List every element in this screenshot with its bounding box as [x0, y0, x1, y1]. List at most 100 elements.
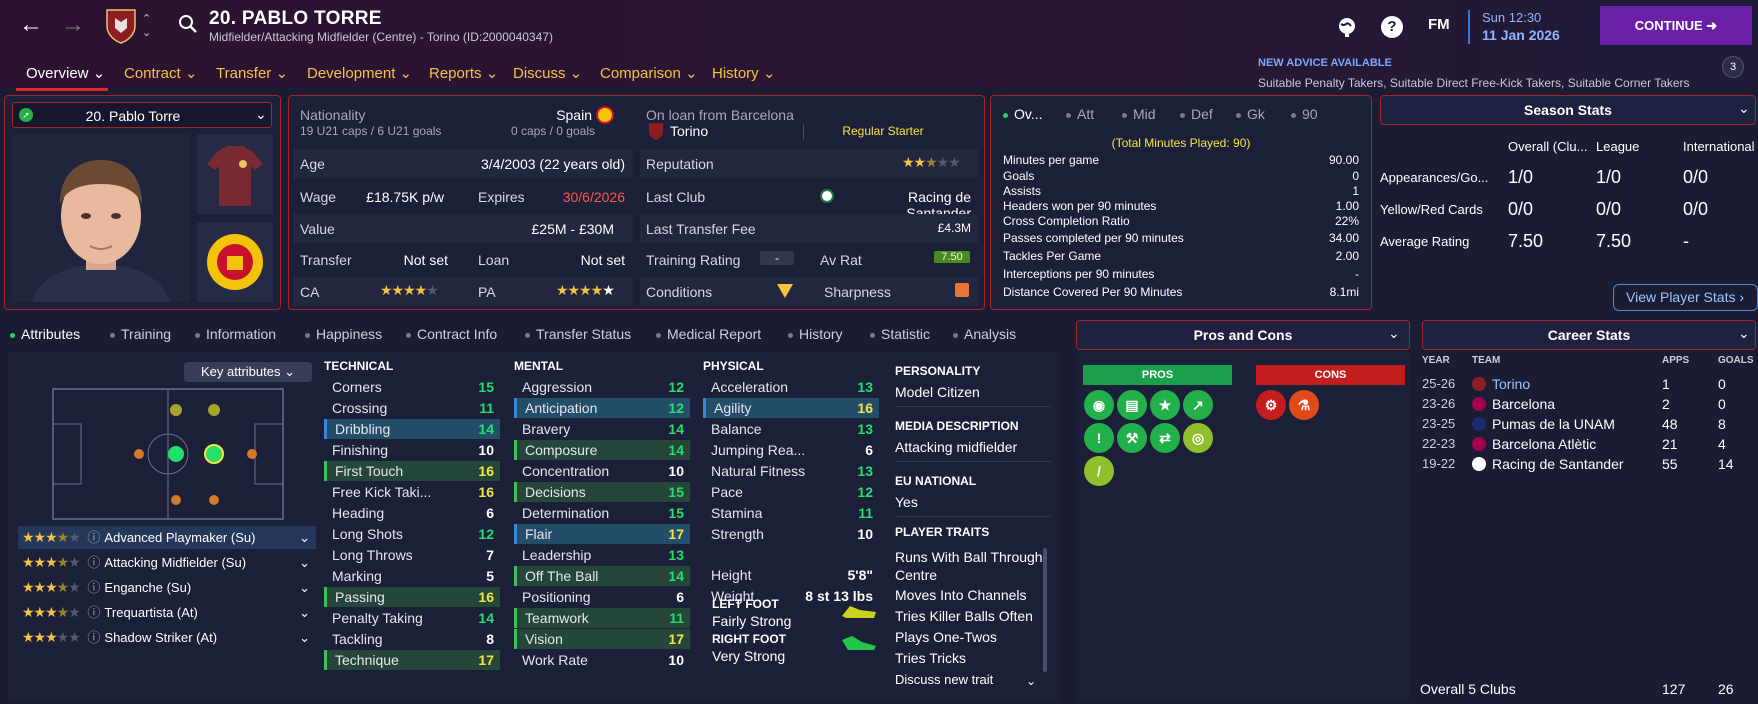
tab-overview[interactable]: Overview ⌄	[26, 64, 105, 82]
help-icon[interactable]: ?	[1381, 16, 1403, 38]
wrench-icon[interactable]: ⚒	[1117, 423, 1147, 453]
loan-status[interactable]: Not set	[555, 252, 625, 268]
attribute-row[interactable]: Balance 13	[703, 419, 879, 439]
alert-ball-icon[interactable]: !	[1084, 423, 1114, 453]
chevron-up-icon[interactable]: ⌃	[142, 14, 151, 25]
subtab-training[interactable]: Training	[110, 326, 171, 342]
advice-count-badge[interactable]: 3	[1722, 56, 1744, 78]
stats-tab-gk[interactable]: Gk	[1236, 106, 1265, 122]
attribute-row[interactable]: Teamwork 11	[514, 608, 690, 628]
key-attributes-dropdown[interactable]: Key attributes ⌄	[184, 362, 312, 382]
back-arrow-icon[interactable]: ←	[16, 10, 46, 40]
transfer-status[interactable]: Not set	[380, 252, 448, 268]
role-attacking-midfielder[interactable]: ★★★★★ ⓘ Attacking Midfielder (Su) ⌄	[18, 551, 316, 574]
subtab-attributes[interactable]: Attributes	[10, 326, 80, 342]
trait-item[interactable]: Tries Tricks	[895, 650, 966, 666]
attribute-row[interactable]: Work Rate 10	[514, 650, 690, 670]
attribute-row[interactable]: Crossing 11	[324, 398, 500, 418]
trait-item[interactable]: Plays One-Twos	[895, 629, 997, 645]
attribute-row[interactable]: Anticipation 12	[514, 398, 690, 418]
player-selector[interactable]: ➚ 20. Pablo Torre ⌄	[12, 102, 272, 128]
subtab-contract-info[interactable]: Contract Info	[406, 326, 497, 342]
traits-scrollbar[interactable]	[1043, 548, 1047, 672]
attribute-row[interactable]: Strength 10	[703, 524, 879, 544]
role-advanced-playmaker[interactable]: ★★★★★ ⓘ Advanced Playmaker (Su) ⌄	[18, 526, 316, 549]
tab-comparison[interactable]: Comparison ⌄	[600, 64, 698, 82]
tab-development[interactable]: Development ⌄	[307, 64, 412, 82]
attribute-row[interactable]: Decisions 15	[514, 482, 690, 502]
attribute-row[interactable]: Bravery 14	[514, 419, 690, 439]
bandage-icon[interactable]: /	[1084, 456, 1114, 486]
attribute-row[interactable]: Stamina 11	[703, 503, 879, 523]
subtab-transfer-status[interactable]: Transfer Status	[525, 326, 631, 342]
trend-up-icon[interactable]: ↗	[1183, 390, 1213, 420]
trait-item[interactable]: Runs With Ball Through Centre	[895, 548, 1045, 584]
attribute-row[interactable]: Agility 16	[703, 398, 879, 418]
trait-item[interactable]: Moves Into Channels	[895, 587, 1027, 603]
target-icon[interactable]: ◎	[1183, 423, 1213, 453]
subtab-history[interactable]: History	[788, 326, 843, 342]
stats-tab-def[interactable]: Def	[1180, 106, 1213, 122]
subtab-medical-report[interactable]: Medical Report	[656, 326, 761, 342]
attribute-row[interactable]: Finishing 10	[324, 440, 500, 460]
search-icon[interactable]	[178, 14, 198, 34]
attribute-row[interactable]: Natural Fitness 13	[703, 461, 879, 481]
squad-status[interactable]: Regular Starter	[808, 124, 958, 138]
attribute-row[interactable]: Aggression 12	[514, 377, 690, 397]
chevron-down-icon[interactable]: ⌄	[1738, 325, 1750, 342]
forward-arrow-icon[interactable]: →	[58, 10, 88, 40]
star-icon[interactable]: ★	[1150, 390, 1180, 420]
flask-icon[interactable]: ⚗	[1289, 390, 1319, 420]
continue-button[interactable]: CONTINUE ➜	[1600, 6, 1752, 45]
advice-text[interactable]: Suitable Penalty Takers, Suitable Direct…	[1258, 76, 1690, 90]
attribute-row[interactable]: Dribbling 14	[324, 419, 500, 439]
tab-discuss[interactable]: Discuss ⌄	[513, 64, 582, 82]
attribute-row[interactable]: Leadership 13	[514, 545, 690, 565]
role-shadow-striker[interactable]: ★★★★★ ⓘ Shadow Striker (At) ⌄	[18, 626, 316, 649]
attribute-row[interactable]: Flair 17	[514, 524, 690, 544]
tab-history[interactable]: History ⌄	[712, 64, 775, 82]
stats-tab-90[interactable]: 90	[1291, 106, 1318, 122]
subtab-analysis[interactable]: Analysis	[953, 326, 1016, 342]
role-trequartista[interactable]: ★★★★★ ⓘ Trequartista (At) ⌄	[18, 601, 316, 624]
stats-tab-mid[interactable]: Mid	[1122, 106, 1156, 122]
attribute-row[interactable]: Penalty Taking 14	[324, 608, 500, 628]
attribute-row[interactable]: Jumping Rea... 6	[703, 440, 879, 460]
attribute-row[interactable]: Positioning 6	[514, 587, 690, 607]
trait-item[interactable]: Tries Killer Balls Often	[895, 608, 1033, 624]
attribute-row[interactable]: Off The Ball 14	[514, 566, 690, 586]
attribute-row[interactable]: Tackling 8	[324, 629, 500, 649]
chevron-down-icon[interactable]: ⌄	[1738, 100, 1750, 117]
advice-title[interactable]: NEW ADVICE AVAILABLE	[1258, 57, 1392, 69]
stats-tab-overview[interactable]: Ov...	[1003, 106, 1043, 122]
attribute-row[interactable]: Technique 17	[324, 650, 500, 670]
attribute-row[interactable]: Passing 16	[324, 587, 500, 607]
document-icon[interactable]: ▤	[1117, 390, 1147, 420]
attribute-row[interactable]: Long Shots 12	[324, 524, 500, 544]
attribute-row[interactable]: Marking 5	[324, 566, 500, 586]
attribute-row[interactable]: Acceleration 13	[703, 377, 879, 397]
subtab-statistic[interactable]: Statistic	[870, 326, 930, 342]
chevron-down-icon[interactable]: ⌄	[142, 28, 151, 39]
fm-logo[interactable]: FM	[1428, 16, 1450, 33]
brain-icon[interactable]: ◉	[1084, 390, 1114, 420]
torino-crest-icon[interactable]	[105, 8, 137, 44]
tab-transfer[interactable]: Transfer ⌄	[216, 64, 288, 82]
tab-reports[interactable]: Reports ⌄	[429, 64, 498, 82]
chevron-down-icon[interactable]: ⌄	[1388, 325, 1400, 342]
attribute-row[interactable]: Corners 15	[324, 377, 500, 397]
globe-icon[interactable]	[1336, 16, 1358, 38]
stats-tab-att[interactable]: Att	[1066, 106, 1094, 122]
gears-icon[interactable]: ⚙	[1256, 390, 1286, 420]
discuss-trait-button[interactable]: Discuss new trait	[895, 672, 1035, 686]
nationality-value[interactable]: Spain	[480, 107, 592, 123]
chevron-down-icon[interactable]: ⌄	[1026, 674, 1036, 688]
attribute-row[interactable]: Pace 12	[703, 482, 879, 502]
attribute-row[interactable]: First Touch 16	[324, 461, 500, 481]
role-enganche[interactable]: ★★★★★ ⓘ Enganche (Su) ⌄	[18, 576, 316, 599]
subtab-happiness[interactable]: Happiness	[305, 326, 382, 342]
attribute-row[interactable]: Determination 15	[514, 503, 690, 523]
subtab-information[interactable]: Information	[195, 326, 276, 342]
view-player-stats-button[interactable]: View Player Stats ›	[1613, 284, 1758, 311]
attribute-row[interactable]: Concentration 10	[514, 461, 690, 481]
